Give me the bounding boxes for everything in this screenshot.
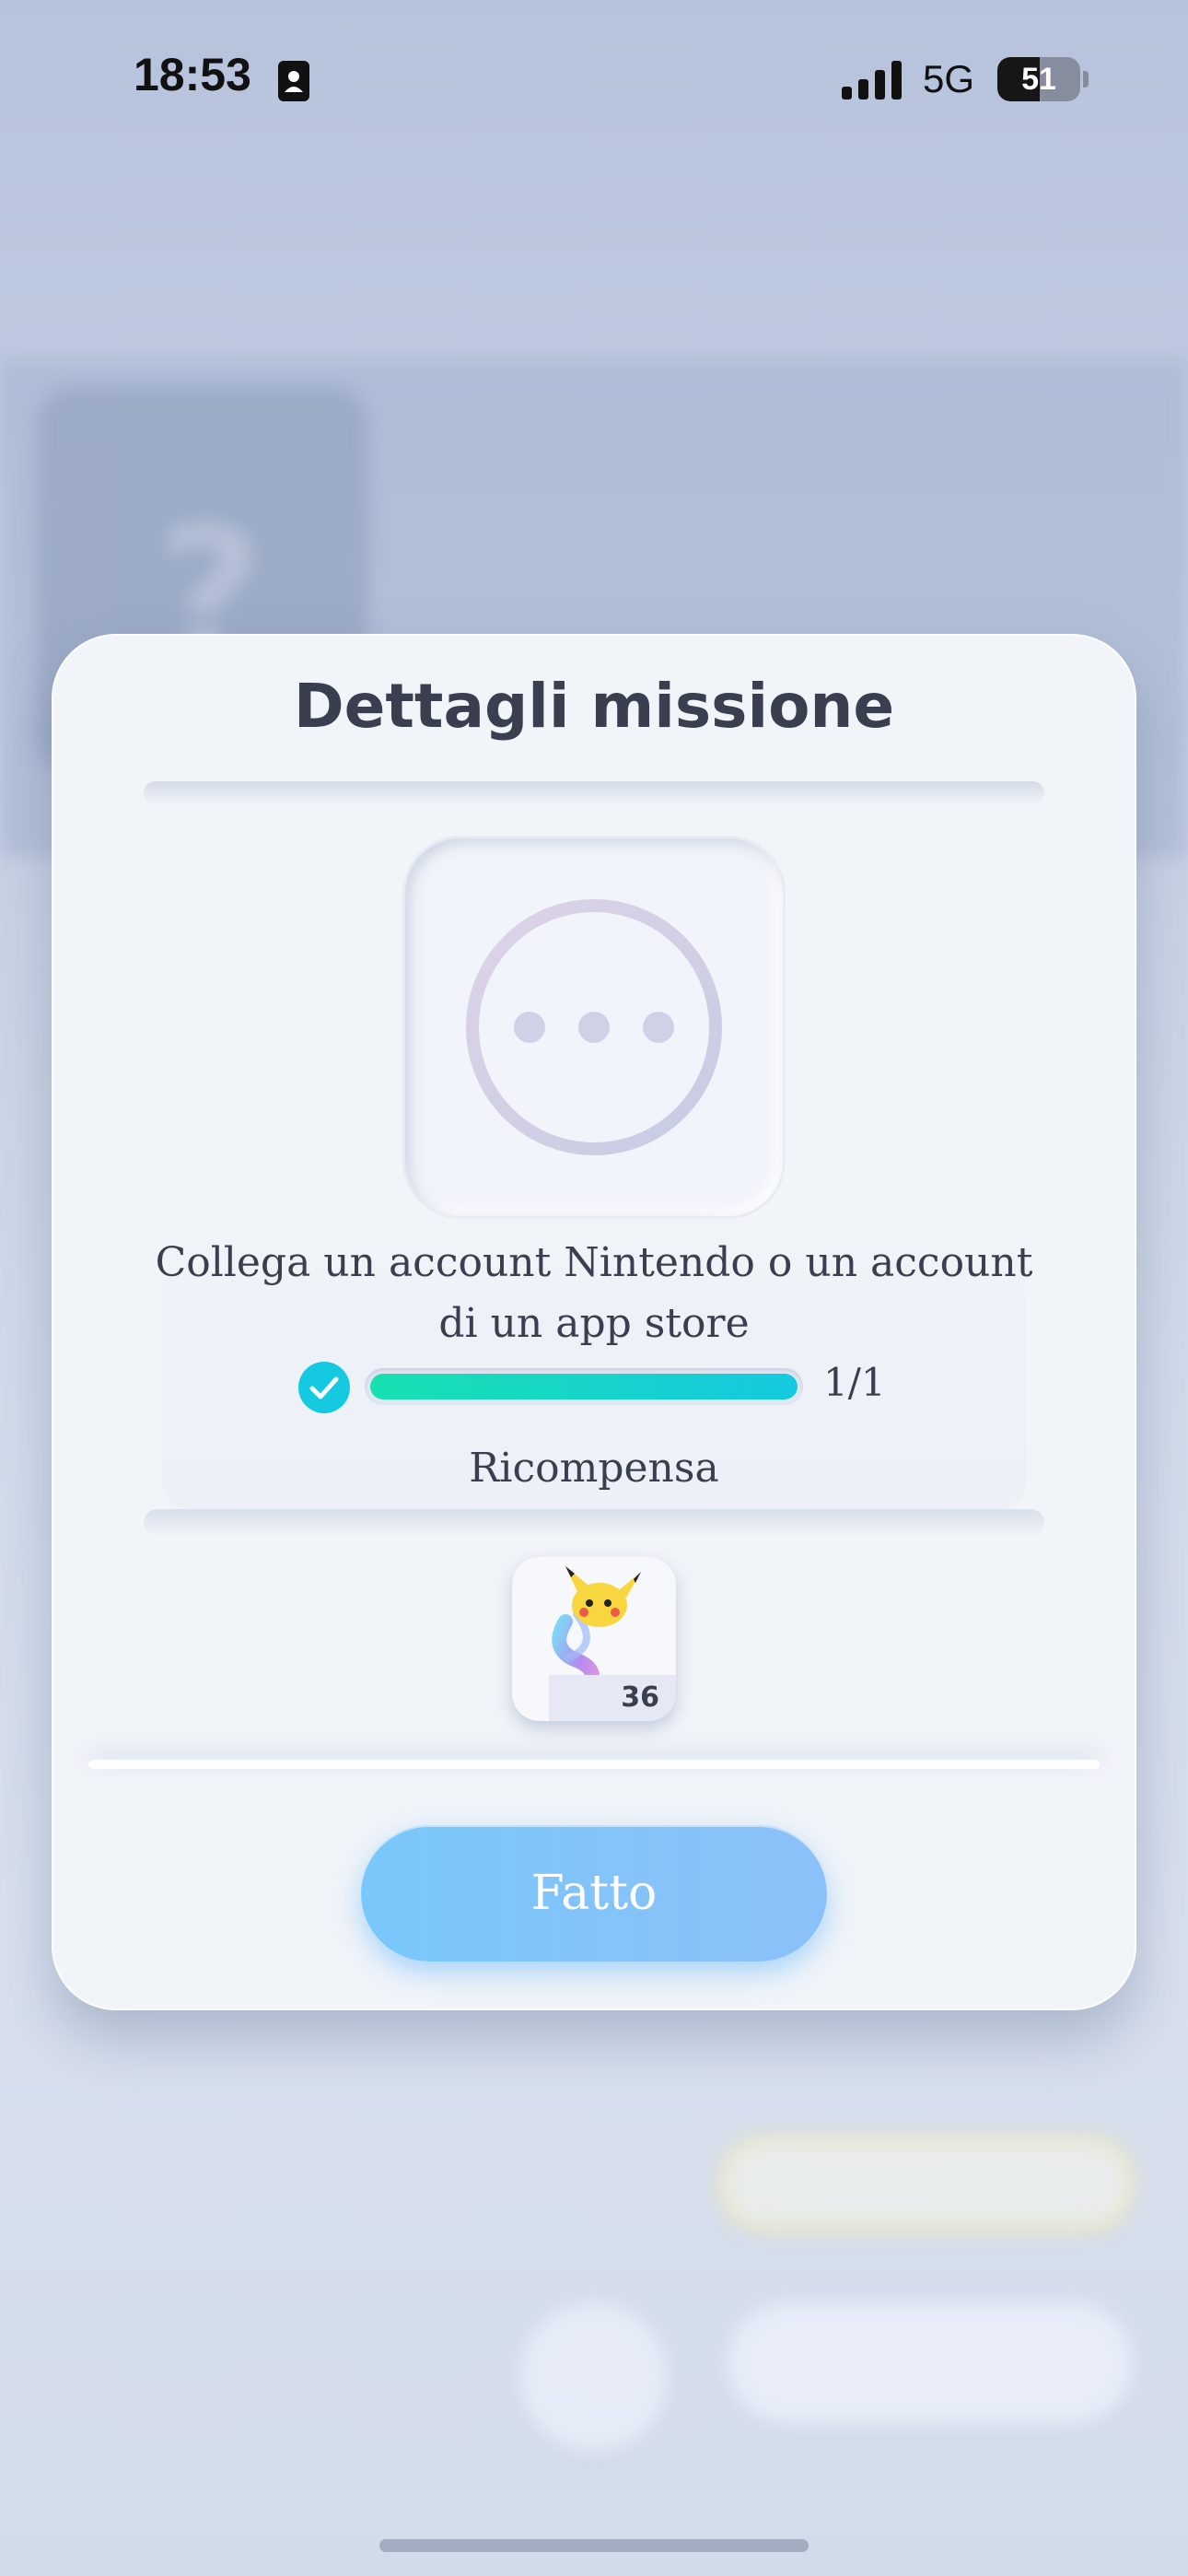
dialog-title: Dettagli missione [293,671,895,742]
mission-details-dialog: Dettagli missione Collega un account Nin… [52,634,1136,2010]
home-indicator[interactable] [379,2539,809,2552]
battery-cap [1083,71,1089,88]
progress-count: 1/1 [823,1360,886,1405]
title-divider [144,781,1044,805]
battery-level: 51 [1021,62,1056,97]
reward-count: 36 [621,1681,659,1714]
more-options-icon [466,899,722,1155]
reward-item[interactable]: 36 [512,1557,676,1721]
done-button[interactable]: Fatto [361,1825,827,1961]
reward-divider [144,1509,1044,1537]
contact-card-icon [278,61,309,101]
completed-check-icon [298,1362,350,1413]
battery-icon: 51 [997,57,1080,101]
mission-icon-frame [405,838,783,1216]
mission-description: Collega un account Nintendo o un account… [155,1239,1033,1347]
cellular-signal-icon [842,61,902,100]
status-time: 18:53 [134,49,251,100]
footer-divider [88,1760,1100,1769]
network-type: 5G [923,57,975,100]
mission-progress-bar [365,1368,803,1405]
status-bar: 18:53 5G 51 [0,0,1188,161]
progress-fill [370,1374,798,1399]
reward-label: Ricompensa [469,1445,719,1492]
